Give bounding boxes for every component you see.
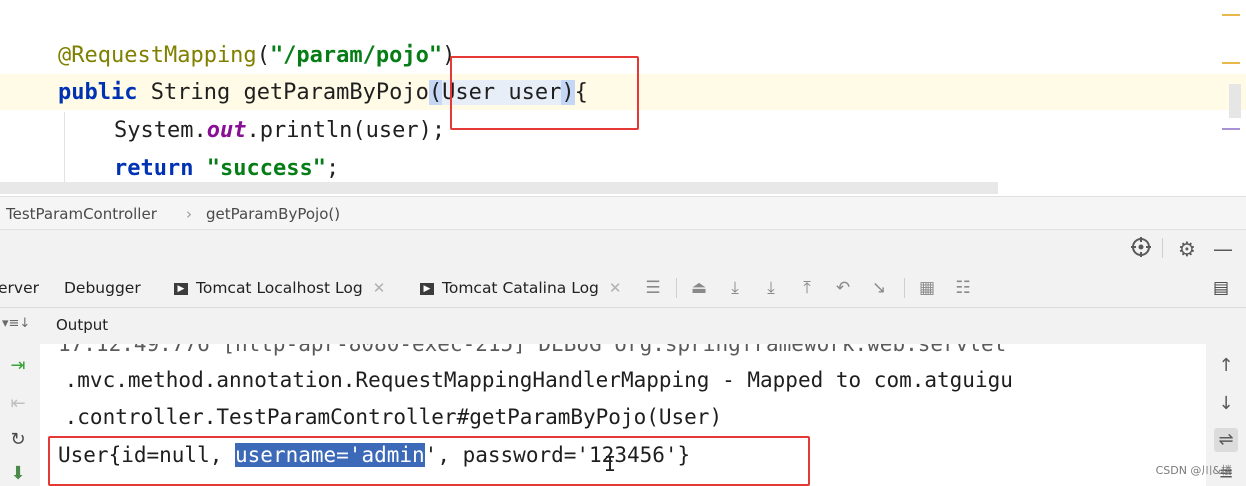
tab-label: Tomcat Catalina Log	[442, 279, 599, 297]
close-icon[interactable]: ✕	[373, 279, 386, 297]
threads-icon[interactable]: ▾≡↓	[2, 316, 30, 331]
console-left-toolbar: ⇥ ⇤ ↻ ⬇	[0, 344, 40, 486]
tab-label: erver	[0, 279, 39, 297]
layout-icon[interactable]: ▤	[1210, 277, 1232, 299]
console-output[interactable]: 17:12:49.776 [http-apr-8080-exec-215] DE…	[40, 344, 1206, 486]
static-field-out: out	[206, 118, 247, 143]
arrow-up-icon[interactable]: ↑	[1214, 354, 1238, 378]
close-icon[interactable]: ✕	[609, 279, 622, 297]
warning-marker[interactable]	[1222, 62, 1240, 64]
console-line-user: User{id=null, username='admin', password…	[58, 437, 690, 473]
tool-window-header: ⚙ —	[0, 230, 1246, 268]
annotation-line[interactable]: @RequestMapping("/param/pojo")	[58, 38, 455, 74]
crosshair-icon[interactable]	[1128, 236, 1154, 262]
import-icon[interactable]: ⬇	[6, 462, 30, 486]
method-params: User user	[442, 80, 562, 105]
tool-window-tabs: erver Debugger ▶ Tomcat Localhost Log ✕ ▶ T…	[0, 268, 1246, 308]
console-line: .mvc.method.annotation.RequestMappingHan…	[52, 368, 1013, 392]
separator	[904, 278, 905, 298]
tab-debugger[interactable]: Debugger	[64, 268, 141, 308]
user-suffix: ', password='123456'}	[424, 443, 691, 467]
menu-icon[interactable]: ☰	[642, 277, 664, 299]
soft-wrap-icon[interactable]: ⇌	[1214, 428, 1238, 452]
pause-icon[interactable]: ⇤	[6, 392, 30, 416]
terminal-icon: ▶	[420, 282, 434, 295]
breadcrumb: TestParamController › getParamByPojo()	[0, 196, 1246, 230]
drop-frame-icon[interactable]: ↶	[832, 277, 854, 299]
breadcrumb-separator: ›	[186, 205, 192, 223]
step-over-icon[interactable]: ⤓	[724, 277, 746, 299]
tab-label: Debugger	[64, 279, 141, 297]
user-prefix: User{id=null,	[58, 443, 236, 467]
editor-horizontal-scrollbar[interactable]	[0, 182, 998, 194]
evaluate-icon[interactable]: ▦	[916, 277, 938, 299]
breadcrumb-class[interactable]: TestParamController	[6, 197, 157, 231]
tab-label: Tomcat Localhost Log	[196, 279, 363, 297]
tab-tomcat-localhost-log[interactable]: ▶ Tomcat Localhost Log ✕	[174, 268, 385, 308]
code-editor[interactable]: @RequestMapping("/param/pojo") public St…	[0, 0, 1246, 196]
annotation-paren-open: (	[256, 43, 270, 68]
change-marker[interactable]	[1222, 128, 1240, 130]
tab-tomcat-catalina-log[interactable]: ▶ Tomcat Catalina Log ✕	[420, 268, 621, 308]
editor-vertical-scrollbar[interactable]	[1229, 84, 1241, 118]
indent-guide	[64, 112, 65, 192]
open-brace: {	[574, 80, 588, 105]
warning-marker[interactable]	[1222, 14, 1240, 16]
annotation-paren-close: )	[442, 43, 456, 68]
keyword-return: return	[114, 156, 194, 181]
method-signature-line[interactable]: public String getParamByPojo(User user){	[58, 75, 588, 111]
console-line-partial: 17:12:49.776 [http-apr-8080-exec-215] DE…	[58, 344, 1007, 356]
separator	[676, 278, 677, 298]
keyword-public: public	[58, 80, 138, 105]
method-decl: String getParamByPojo	[137, 80, 429, 105]
text-cursor-icon: I	[604, 452, 617, 476]
console-line: .controller.TestParamController#getParam…	[52, 405, 723, 429]
annotation-value: "/param/pojo"	[269, 43, 443, 68]
println-line[interactable]: System.out.println(user);	[114, 113, 445, 149]
arrow-down-icon[interactable]: ↓	[1214, 392, 1238, 416]
system-class: System.	[114, 118, 207, 143]
semicolon: ;	[325, 156, 340, 181]
step-into-icon[interactable]: ⤓	[760, 277, 782, 299]
paren-close: )	[561, 80, 575, 105]
run-to-cursor-icon[interactable]: ↘	[868, 277, 890, 299]
selected-text: username='admin	[235, 443, 425, 467]
restart-icon[interactable]: ↻	[6, 428, 30, 452]
annotation-name: @RequestMapping	[58, 43, 257, 68]
terminal-icon: ▶	[174, 282, 188, 295]
println-call: .println(user);	[246, 118, 446, 143]
step-out-icon[interactable]: ⤒	[796, 277, 818, 299]
separator	[1162, 238, 1163, 258]
gear-icon[interactable]: ⚙	[1174, 236, 1200, 262]
breadcrumb-method[interactable]: getParamByPojo()	[206, 197, 340, 231]
minimize-icon[interactable]: —	[1210, 236, 1236, 262]
tab-server[interactable]: erver	[0, 268, 39, 308]
resume-icon[interactable]: ⇥	[6, 354, 30, 378]
show-execution-point-icon[interactable]: ⏏	[688, 277, 710, 299]
paren-open: (	[428, 80, 443, 105]
output-header: ▾≡↓ Output	[0, 308, 1246, 344]
watermark: CSDN @川&楼	[1155, 464, 1232, 477]
trace-icon[interactable]: ☷	[952, 277, 974, 299]
output-label[interactable]: Output	[56, 316, 108, 334]
return-string: "success"	[206, 156, 326, 181]
